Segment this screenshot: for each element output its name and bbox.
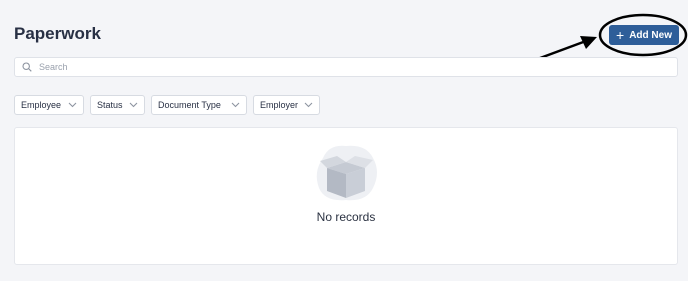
employer-filter[interactable]: Employer	[253, 95, 320, 115]
search-icon	[22, 62, 32, 72]
filter-bar: Employee Status Document Type Employer	[14, 95, 326, 115]
employee-filter-label: Employee	[21, 100, 62, 110]
empty-state-message: No records	[316, 210, 376, 224]
plus-icon: +	[616, 26, 625, 43]
employee-filter[interactable]: Employee	[14, 95, 84, 115]
add-new-label: Add New	[629, 29, 672, 41]
search-box[interactable]	[14, 57, 678, 77]
chevron-down-icon	[304, 102, 313, 108]
document-type-filter-label: Document Type	[158, 100, 221, 110]
search-input[interactable]	[39, 62, 639, 72]
empty-box-illustration	[316, 145, 377, 201]
chevron-down-icon	[68, 102, 77, 108]
page-title: Paperwork	[14, 24, 101, 43]
employer-filter-label: Employer	[260, 100, 299, 110]
chevron-down-icon	[129, 102, 138, 108]
document-type-filter[interactable]: Document Type	[151, 95, 247, 115]
status-filter-label: Status	[97, 100, 123, 110]
chevron-down-icon	[231, 102, 240, 108]
results-panel: No records	[14, 127, 678, 265]
add-new-button[interactable]: + Add New	[609, 25, 679, 45]
status-filter[interactable]: Status	[90, 95, 145, 115]
annotation-arrow-head	[580, 36, 597, 49]
